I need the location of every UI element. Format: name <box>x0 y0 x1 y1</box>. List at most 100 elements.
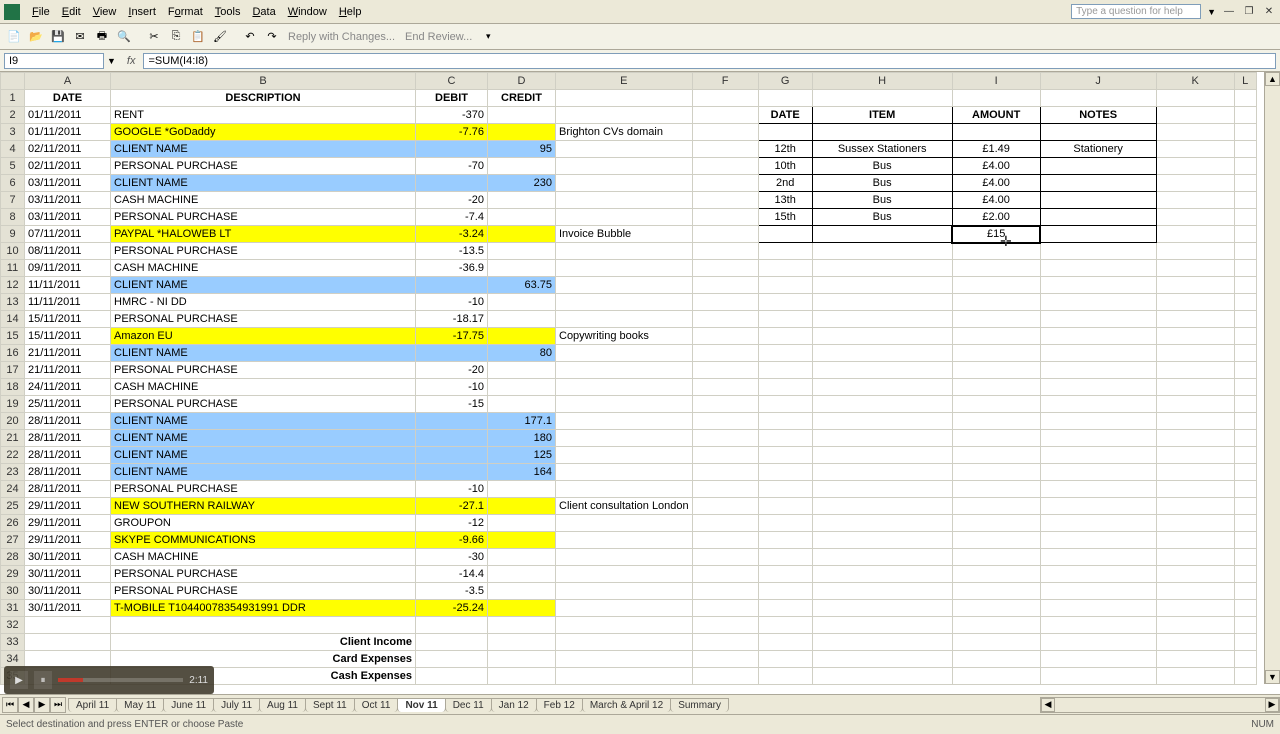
play-button[interactable]: ▶ <box>10 671 28 689</box>
row-header[interactable]: 5 <box>1 158 25 175</box>
cell-C31[interactable]: -25.24 <box>416 600 488 617</box>
cell-K11[interactable] <box>1156 260 1234 277</box>
sheet-tab[interactable]: Sept 11 <box>305 698 355 712</box>
cell-A11[interactable]: 09/11/2011 <box>25 260 111 277</box>
row-header[interactable]: 26 <box>1 515 25 532</box>
cell-C27[interactable]: -9.66 <box>416 532 488 549</box>
cell-G26[interactable] <box>758 515 812 532</box>
cell-J24[interactable] <box>1040 481 1156 498</box>
cell-A9[interactable]: 07/11/2011 <box>25 226 111 243</box>
cell-L14[interactable] <box>1234 311 1256 328</box>
cell-G28[interactable] <box>758 549 812 566</box>
cell-E16[interactable] <box>556 345 693 362</box>
cell-I13[interactable] <box>952 294 1040 311</box>
cell-C21[interactable] <box>416 430 488 447</box>
cell-J34[interactable] <box>1040 651 1156 668</box>
cell-G23[interactable] <box>758 464 812 481</box>
cell-B5[interactable]: PERSONAL PURCHASE <box>111 158 416 175</box>
cell-J32[interactable] <box>1040 617 1156 634</box>
cell-K35[interactable] <box>1156 668 1234 685</box>
cell-E30[interactable] <box>556 583 693 600</box>
cell-J33[interactable] <box>1040 634 1156 651</box>
col-header-I[interactable]: I <box>952 73 1040 90</box>
cell-F31[interactable] <box>692 600 758 617</box>
cell-C14[interactable]: -18.17 <box>416 311 488 328</box>
cell-D14[interactable] <box>488 311 556 328</box>
menu-file[interactable]: File <box>26 4 56 20</box>
cell-F27[interactable] <box>692 532 758 549</box>
row-header[interactable]: 17 <box>1 362 25 379</box>
cell-G25[interactable] <box>758 498 812 515</box>
cell-K30[interactable] <box>1156 583 1234 600</box>
cell-I26[interactable] <box>952 515 1040 532</box>
cell-F2[interactable] <box>692 107 758 124</box>
cell-C8[interactable]: -7.4 <box>416 209 488 226</box>
cell-I3[interactable] <box>952 124 1040 141</box>
cell-K19[interactable] <box>1156 396 1234 413</box>
cell-F18[interactable] <box>692 379 758 396</box>
menu-insert[interactable]: Insert <box>122 4 162 20</box>
cell-F3[interactable] <box>692 124 758 141</box>
cell-J8[interactable] <box>1040 209 1156 226</box>
cell-G3[interactable] <box>758 124 812 141</box>
cell-C2[interactable]: -370 <box>416 107 488 124</box>
cut-button[interactable]: ✂ <box>144 27 164 47</box>
cell-E24[interactable] <box>556 481 693 498</box>
cell-B33[interactable]: Client Income <box>111 634 416 651</box>
cell-K12[interactable] <box>1156 277 1234 294</box>
cell-K7[interactable] <box>1156 192 1234 209</box>
menu-view[interactable]: View <box>87 4 123 20</box>
open-button[interactable]: 📂 <box>26 27 46 47</box>
row-header[interactable]: 20 <box>1 413 25 430</box>
cell-F19[interactable] <box>692 396 758 413</box>
cell-I10[interactable] <box>952 243 1040 260</box>
cell-L3[interactable] <box>1234 124 1256 141</box>
cell-B2[interactable]: RENT <box>111 107 416 124</box>
cell-G12[interactable] <box>758 277 812 294</box>
sheet-tab[interactable]: May 11 <box>116 698 164 712</box>
cell-C24[interactable]: -10 <box>416 481 488 498</box>
cell-E13[interactable] <box>556 294 693 311</box>
cell-E27[interactable] <box>556 532 693 549</box>
cell-H15[interactable] <box>812 328 952 345</box>
scroll-left-button[interactable]: ◀ <box>1041 698 1055 712</box>
select-all-corner[interactable] <box>1 73 25 90</box>
cell-E26[interactable] <box>556 515 693 532</box>
cell-E12[interactable] <box>556 277 693 294</box>
cell-A31[interactable]: 30/11/2011 <box>25 600 111 617</box>
cell-K8[interactable] <box>1156 209 1234 226</box>
cell-K24[interactable] <box>1156 481 1234 498</box>
cell-K2[interactable] <box>1156 107 1234 124</box>
cell-G32[interactable] <box>758 617 812 634</box>
cell-C26[interactable]: -12 <box>416 515 488 532</box>
cell-B1[interactable]: DESCRIPTION <box>111 90 416 107</box>
cell-F4[interactable] <box>692 141 758 158</box>
cell-B31[interactable]: T-MOBILE T10440078354931991 DDR <box>111 600 416 617</box>
cell-A12[interactable]: 11/11/2011 <box>25 277 111 294</box>
col-header-E[interactable]: E <box>556 73 693 90</box>
cell-I31[interactable] <box>952 600 1040 617</box>
cell-K33[interactable] <box>1156 634 1234 651</box>
cell-F29[interactable] <box>692 566 758 583</box>
cell-G8[interactable]: 15th <box>758 209 812 226</box>
row-header[interactable]: 21 <box>1 430 25 447</box>
vertical-scrollbar[interactable]: ▲ ▼ <box>1264 72 1280 684</box>
cell-G20[interactable] <box>758 413 812 430</box>
cell-H18[interactable] <box>812 379 952 396</box>
horizontal-scrollbar[interactable]: ◀ ▶ <box>1040 697 1280 713</box>
cell-H2[interactable]: ITEM <box>812 107 952 124</box>
cell-H21[interactable] <box>812 430 952 447</box>
restore-button[interactable]: ❐ <box>1242 5 1256 19</box>
cell-I24[interactable] <box>952 481 1040 498</box>
cell-E32[interactable] <box>556 617 693 634</box>
cell-E7[interactable] <box>556 192 693 209</box>
cell-K32[interactable] <box>1156 617 1234 634</box>
cell-E11[interactable] <box>556 260 693 277</box>
cell-J29[interactable] <box>1040 566 1156 583</box>
cell-F9[interactable] <box>692 226 758 243</box>
cell-G6[interactable]: 2nd <box>758 175 812 192</box>
cell-D8[interactable] <box>488 209 556 226</box>
cell-G16[interactable] <box>758 345 812 362</box>
cell-J17[interactable] <box>1040 362 1156 379</box>
cell-L5[interactable] <box>1234 158 1256 175</box>
